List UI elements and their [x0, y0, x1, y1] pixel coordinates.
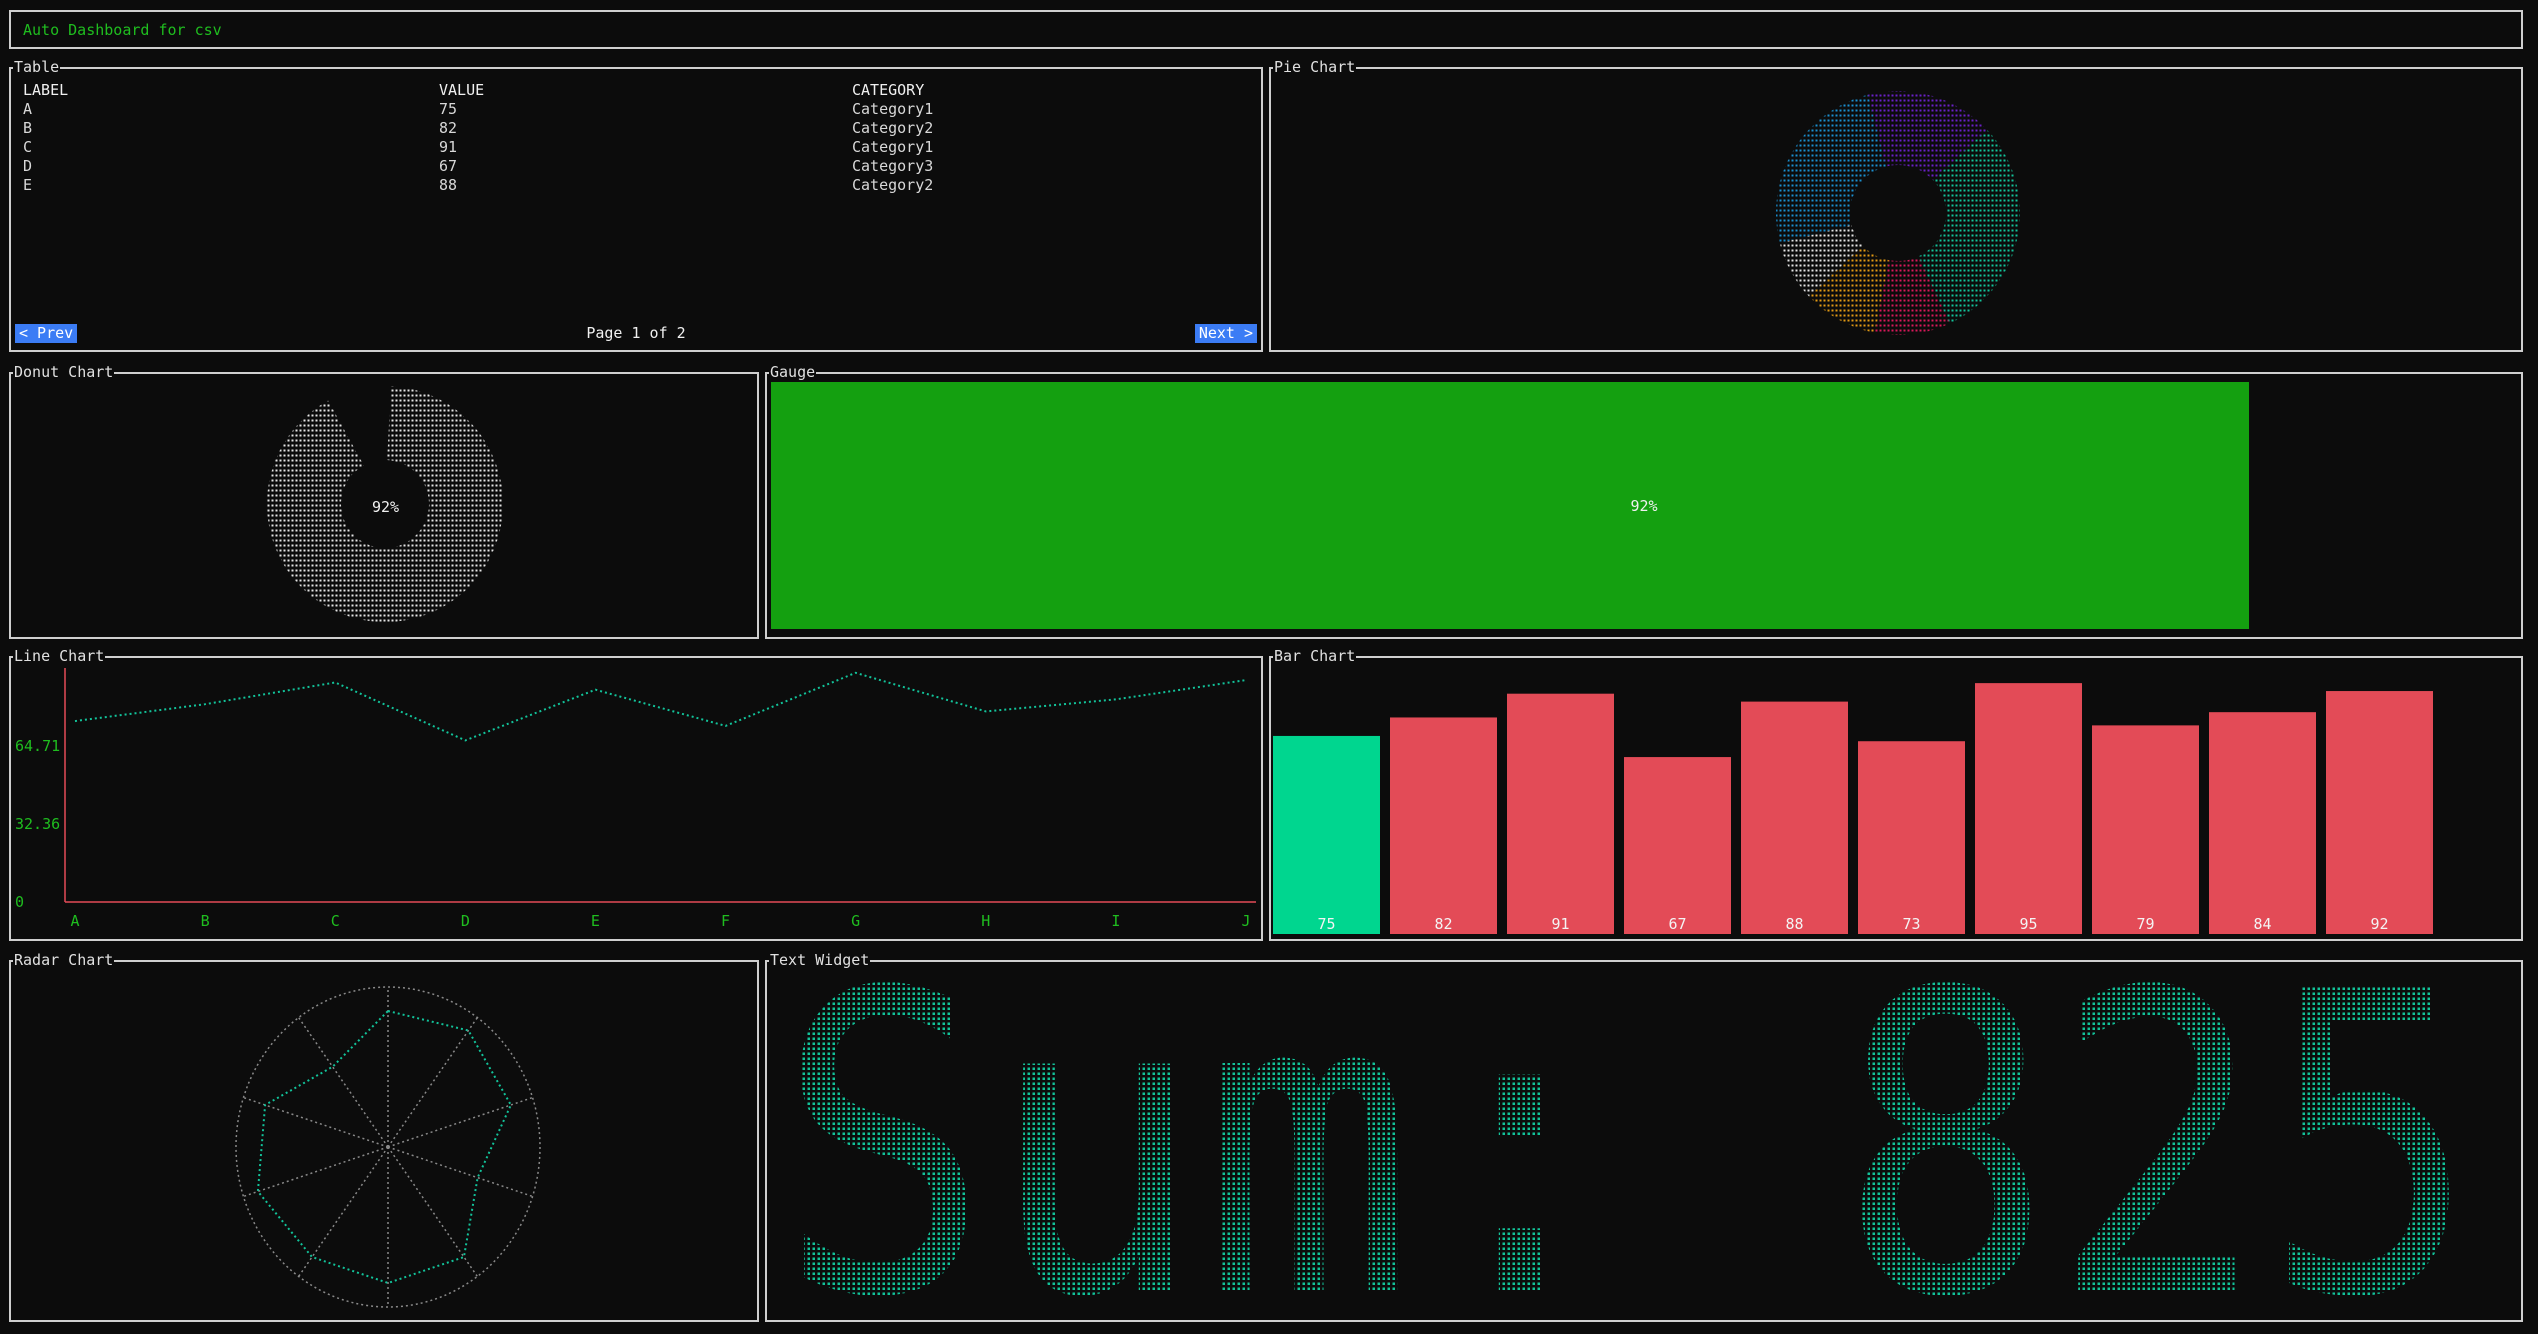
radar-spoke: [387, 1017, 478, 1148]
app-title: Auto Dashboard for csv: [23, 21, 222, 39]
x-tick-label: C: [331, 912, 340, 930]
prev-page-button[interactable]: < Prev: [15, 324, 78, 343]
table-cell: 67: [439, 157, 458, 175]
table-cell: 75: [439, 100, 458, 118]
donut-chart-panel: Donut Chart 92%: [9, 363, 759, 639]
pie-chart-panel: Pie Chart: [1269, 58, 2523, 352]
table-cell: Category2: [852, 119, 934, 137]
bar-value-label: 88: [1785, 915, 1803, 933]
table-cell: Category2: [852, 176, 934, 194]
table-cell: 88: [439, 176, 458, 194]
table-row: A 75 Category1: [23, 100, 1253, 119]
bar: [1390, 717, 1497, 934]
big-text-display: Sum: 825: [777, 962, 2477, 1320]
gauge-panel: Gauge 92%: [765, 363, 2523, 639]
pie-chart: [1776, 91, 2020, 335]
table-row: B 82 Category2: [23, 119, 1253, 138]
x-tick-label: H: [981, 912, 990, 930]
bar: [1858, 741, 1965, 934]
table-row: C 91 Category1: [23, 138, 1253, 157]
panel-title: Table: [13, 58, 61, 76]
line-series: [74, 671, 1247, 742]
bar: [1507, 693, 1614, 934]
table-cell: 91: [439, 138, 458, 156]
bar-value-label: 91: [1551, 915, 1569, 933]
table-row: E 88 Category2: [23, 176, 1253, 195]
x-tick-label: I: [1111, 912, 1120, 930]
x-tick-label: D: [461, 912, 470, 930]
x-tick-label: F: [721, 912, 730, 930]
table-cell: A: [23, 100, 33, 118]
table-cell: 82: [439, 119, 458, 137]
table-cell: Category1: [852, 138, 934, 156]
table-cell: E: [23, 176, 33, 194]
bar: [1624, 757, 1731, 934]
gauge-label: 92%: [1630, 496, 1658, 515]
bar-value-label: 84: [2253, 915, 2271, 933]
panel-title: Gauge: [769, 363, 817, 381]
donut-center-label: 92%: [372, 498, 400, 516]
radar-series: [256, 1009, 512, 1285]
big-text: Sum: 825: [777, 962, 2477, 1320]
bar-chart: 75 82 91 67 88 73 95 79 84 92: [1273, 683, 2433, 934]
x-tick-label: A: [70, 912, 79, 930]
table-cell: D: [23, 157, 33, 175]
radar-spoke: [387, 1146, 533, 1198]
radar-spoke: [298, 1017, 389, 1148]
table-header-row: LABEL VALUE CATEGORY: [23, 81, 1253, 100]
bar: [2326, 691, 2433, 934]
table-row: D 67 Category3: [23, 157, 1253, 176]
y-tick-label: 32.36: [15, 815, 60, 833]
table-cell: C: [23, 138, 33, 156]
radar-spoke: [387, 1146, 478, 1277]
app-header: Auto Dashboard for csv: [9, 10, 2523, 49]
bar: [1741, 701, 1848, 934]
x-tick-label: J: [1241, 912, 1250, 930]
bar: [1975, 683, 2082, 934]
column-header: CATEGORY: [852, 81, 925, 99]
table-cell: B: [23, 119, 33, 137]
bar: [1273, 735, 1380, 934]
x-tick-label: E: [591, 912, 600, 930]
bar-chart-panel: Bar Chart 75 82 91 67 88 73 95 79 84 92: [1269, 647, 2523, 941]
radar-spoke: [298, 1146, 389, 1277]
page-info: Page 1 of 2: [586, 324, 686, 342]
column-header: LABEL: [23, 81, 69, 99]
y-tick-label: 64.71: [15, 737, 60, 755]
bar: [2209, 712, 2316, 934]
x-tick-label: G: [851, 912, 860, 930]
x-tick-label: B: [201, 912, 210, 930]
radar-chart-panel: Radar Chart: [9, 951, 759, 1322]
text-widget-panel: Text Widget Sum: 825: [765, 951, 2523, 1322]
table-panel: Table LABEL VALUE CATEGORY A 75 Category…: [9, 58, 1263, 352]
pie-slice: [1776, 94, 1887, 244]
table-cell: Category3: [852, 157, 934, 175]
bar-value-label: 67: [1668, 915, 1686, 933]
bar-value-label: 75: [1317, 915, 1335, 933]
bar-value-label: 82: [1434, 915, 1452, 933]
next-page-button[interactable]: Next >: [1194, 324, 1257, 343]
bar: [2092, 725, 2199, 934]
radar-chart: [235, 986, 541, 1308]
table-cell: Category1: [852, 100, 934, 118]
radar-spoke: [387, 1096, 533, 1148]
y-tick-label: 0: [15, 893, 24, 911]
bar-value-label: 92: [2370, 915, 2388, 933]
column-header: VALUE: [439, 81, 485, 99]
line-chart-panel: Line Chart 64.71 32.36 0 A B C D E F G H I J: [9, 647, 1263, 941]
radar-spoke: [243, 1146, 389, 1198]
bar-value-label: 79: [2136, 915, 2154, 933]
line-chart: 64.71 32.36 0 A B C D E F G H I J: [15, 668, 1256, 930]
bar-value-label: 95: [2019, 915, 2037, 933]
bar-value-label: 73: [1902, 915, 1920, 933]
data-table: LABEL VALUE CATEGORY A 75 Category1 B 82…: [23, 81, 1253, 195]
